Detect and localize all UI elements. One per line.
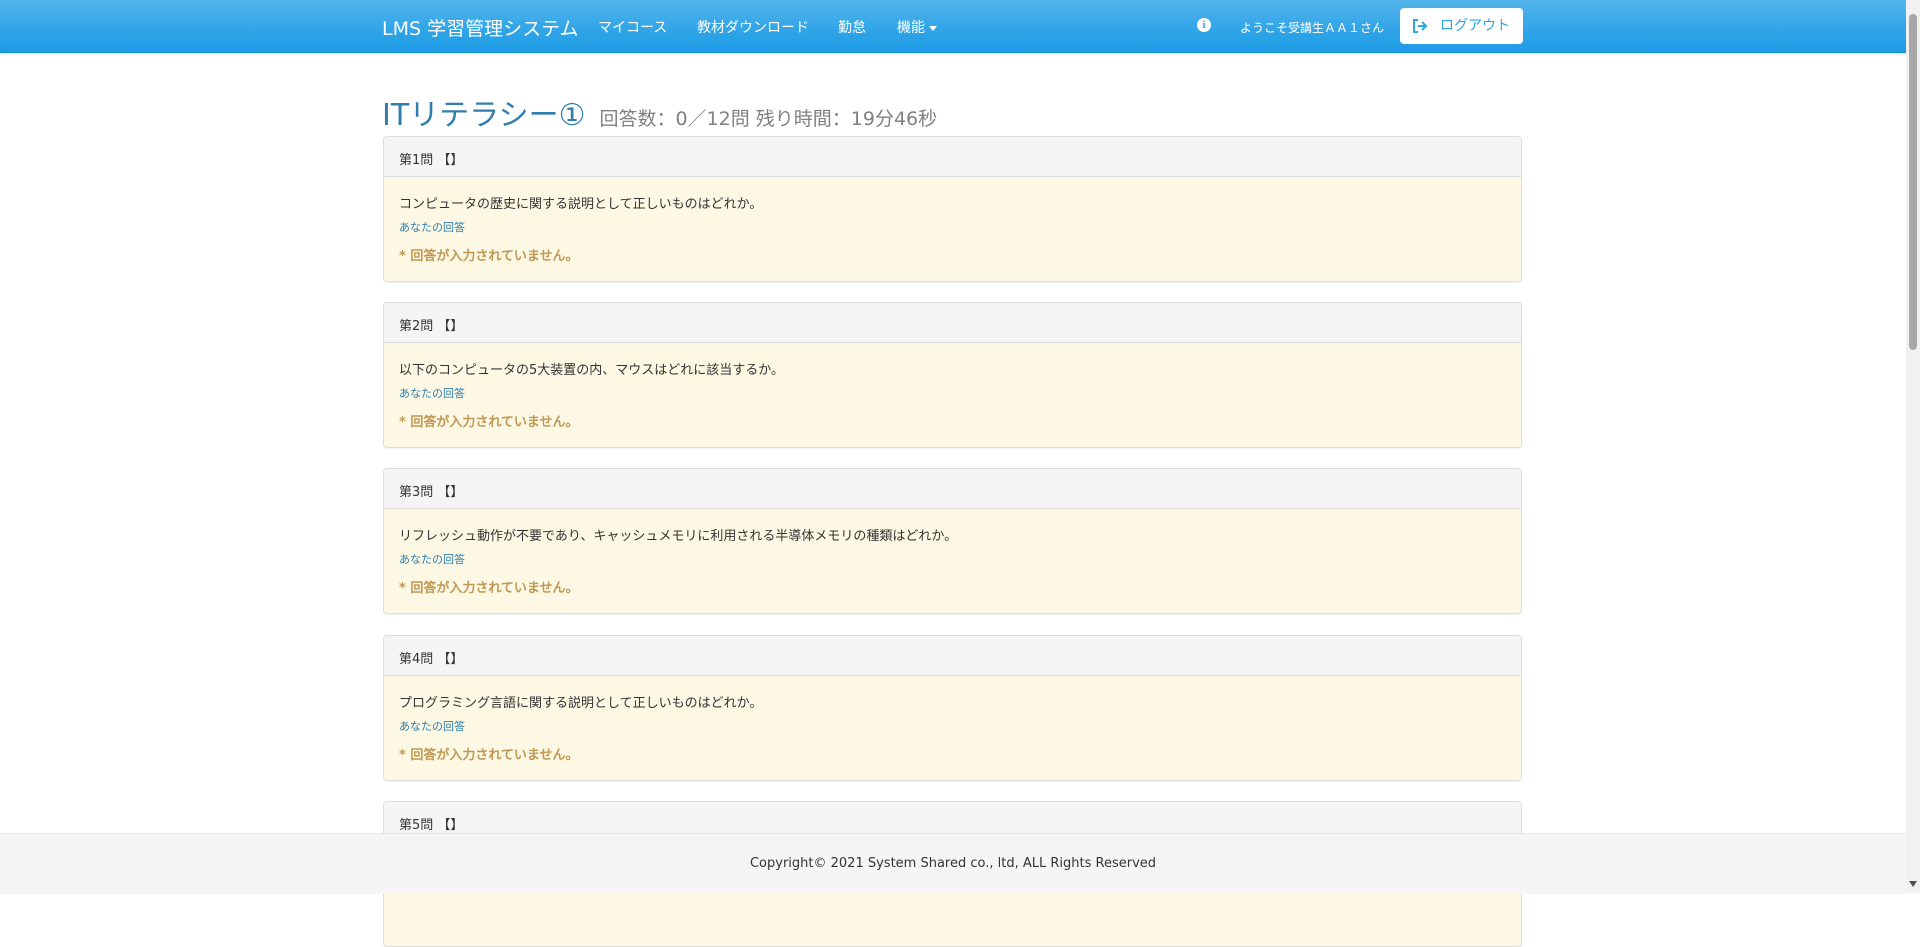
no-answer-warning: * 回答が入力されていません。	[399, 249, 579, 264]
info-icon[interactable]: i	[1197, 18, 1211, 32]
nav-attendance[interactable]: 勤怠	[838, 17, 866, 37]
question-text: コンピュータの歴史に関する説明として正しいものはどれか。	[399, 197, 763, 212]
your-answer-label: あなたの回答	[399, 387, 465, 400]
vertical-scrollbar[interactable]	[1906, 0, 1920, 893]
page-header: ITリテラシー① 回答数：0／12問 残り時間：19分46秒	[382, 90, 937, 134]
nav-functions-label: 機能	[897, 20, 925, 36]
top-navbar: LMS 学習管理システム マイコース 教材ダウンロード 勤怠 機能 i ようこそ…	[0, 0, 1906, 53]
answer-progress-and-timer: 回答数：0／12問 残り時間：19分46秒	[599, 108, 938, 130]
question-heading: 第3問 【】	[384, 469, 1521, 509]
your-answer-label: あなたの回答	[399, 720, 465, 733]
logout-label: ログアウト	[1440, 18, 1510, 34]
no-answer-warning: * 回答が入力されていません。	[399, 415, 579, 430]
question-panel-4: 第4問 【】 プログラミング言語に関する説明として正しいものはどれか。 あなたの…	[383, 635, 1522, 781]
question-body: コンピュータの歴史に関する説明として正しいものはどれか。 あなたの回答 * 回答…	[384, 177, 1521, 281]
nav-functions-dropdown[interactable]: 機能	[897, 17, 937, 37]
welcome-message: ようこそ受講生ＡＡ１さん	[1240, 21, 1385, 35]
scroll-down-arrow-icon[interactable]	[1909, 881, 1917, 887]
brand-link[interactable]: LMS 学習管理システム	[382, 14, 579, 41]
question-text: リフレッシュ動作が不要であり、キャッシュメモリに利用される半導体メモリの種類はど…	[399, 529, 958, 544]
footer: Copyright© 2021 System Shared co., ltd, …	[0, 833, 1906, 894]
nav-material-download[interactable]: 教材ダウンロード	[697, 17, 809, 37]
question-text: 以下のコンピュータの5大装置の内、マウスはどれに該当するか。	[399, 363, 785, 378]
nav-my-course[interactable]: マイコース	[598, 17, 667, 37]
question-body: プログラミング言語に関する説明として正しいものはどれか。 あなたの回答 * 回答…	[384, 676, 1521, 780]
page-title: ITリテラシー①	[382, 98, 586, 133]
logout-button[interactable]: ログアウト	[1400, 8, 1523, 44]
sign-out-icon	[1413, 19, 1428, 33]
caret-down-icon	[929, 25, 937, 31]
no-answer-warning: * 回答が入力されていません。	[399, 748, 579, 763]
question-panel-3: 第3問 【】 リフレッシュ動作が不要であり、キャッシュメモリに利用される半導体メ…	[383, 468, 1522, 614]
question-heading: 第2問 【】	[384, 303, 1521, 343]
question-body: リフレッシュ動作が不要であり、キャッシュメモリに利用される半導体メモリの種類はど…	[384, 509, 1521, 613]
question-heading: 第4問 【】	[384, 636, 1521, 676]
scrollbar-thumb[interactable]	[1909, 14, 1917, 350]
question-heading: 第1問 【】	[384, 137, 1521, 177]
no-answer-warning: * 回答が入力されていません。	[399, 581, 579, 596]
question-panel-2: 第2問 【】 以下のコンピュータの5大装置の内、マウスはどれに該当するか。 あな…	[383, 302, 1522, 448]
question-text: プログラミング言語に関する説明として正しいものはどれか。	[399, 696, 763, 711]
your-answer-label: あなたの回答	[399, 221, 465, 234]
question-panel-1: 第1問 【】 コンピュータの歴史に関する説明として正しいものはどれか。 あなたの…	[383, 136, 1522, 282]
copyright-text: Copyright© 2021 System Shared co., ltd, …	[749, 856, 1157, 871]
question-body: 以下のコンピュータの5大装置の内、マウスはどれに該当するか。 あなたの回答 * …	[384, 343, 1521, 447]
your-answer-label: あなたの回答	[399, 553, 465, 566]
